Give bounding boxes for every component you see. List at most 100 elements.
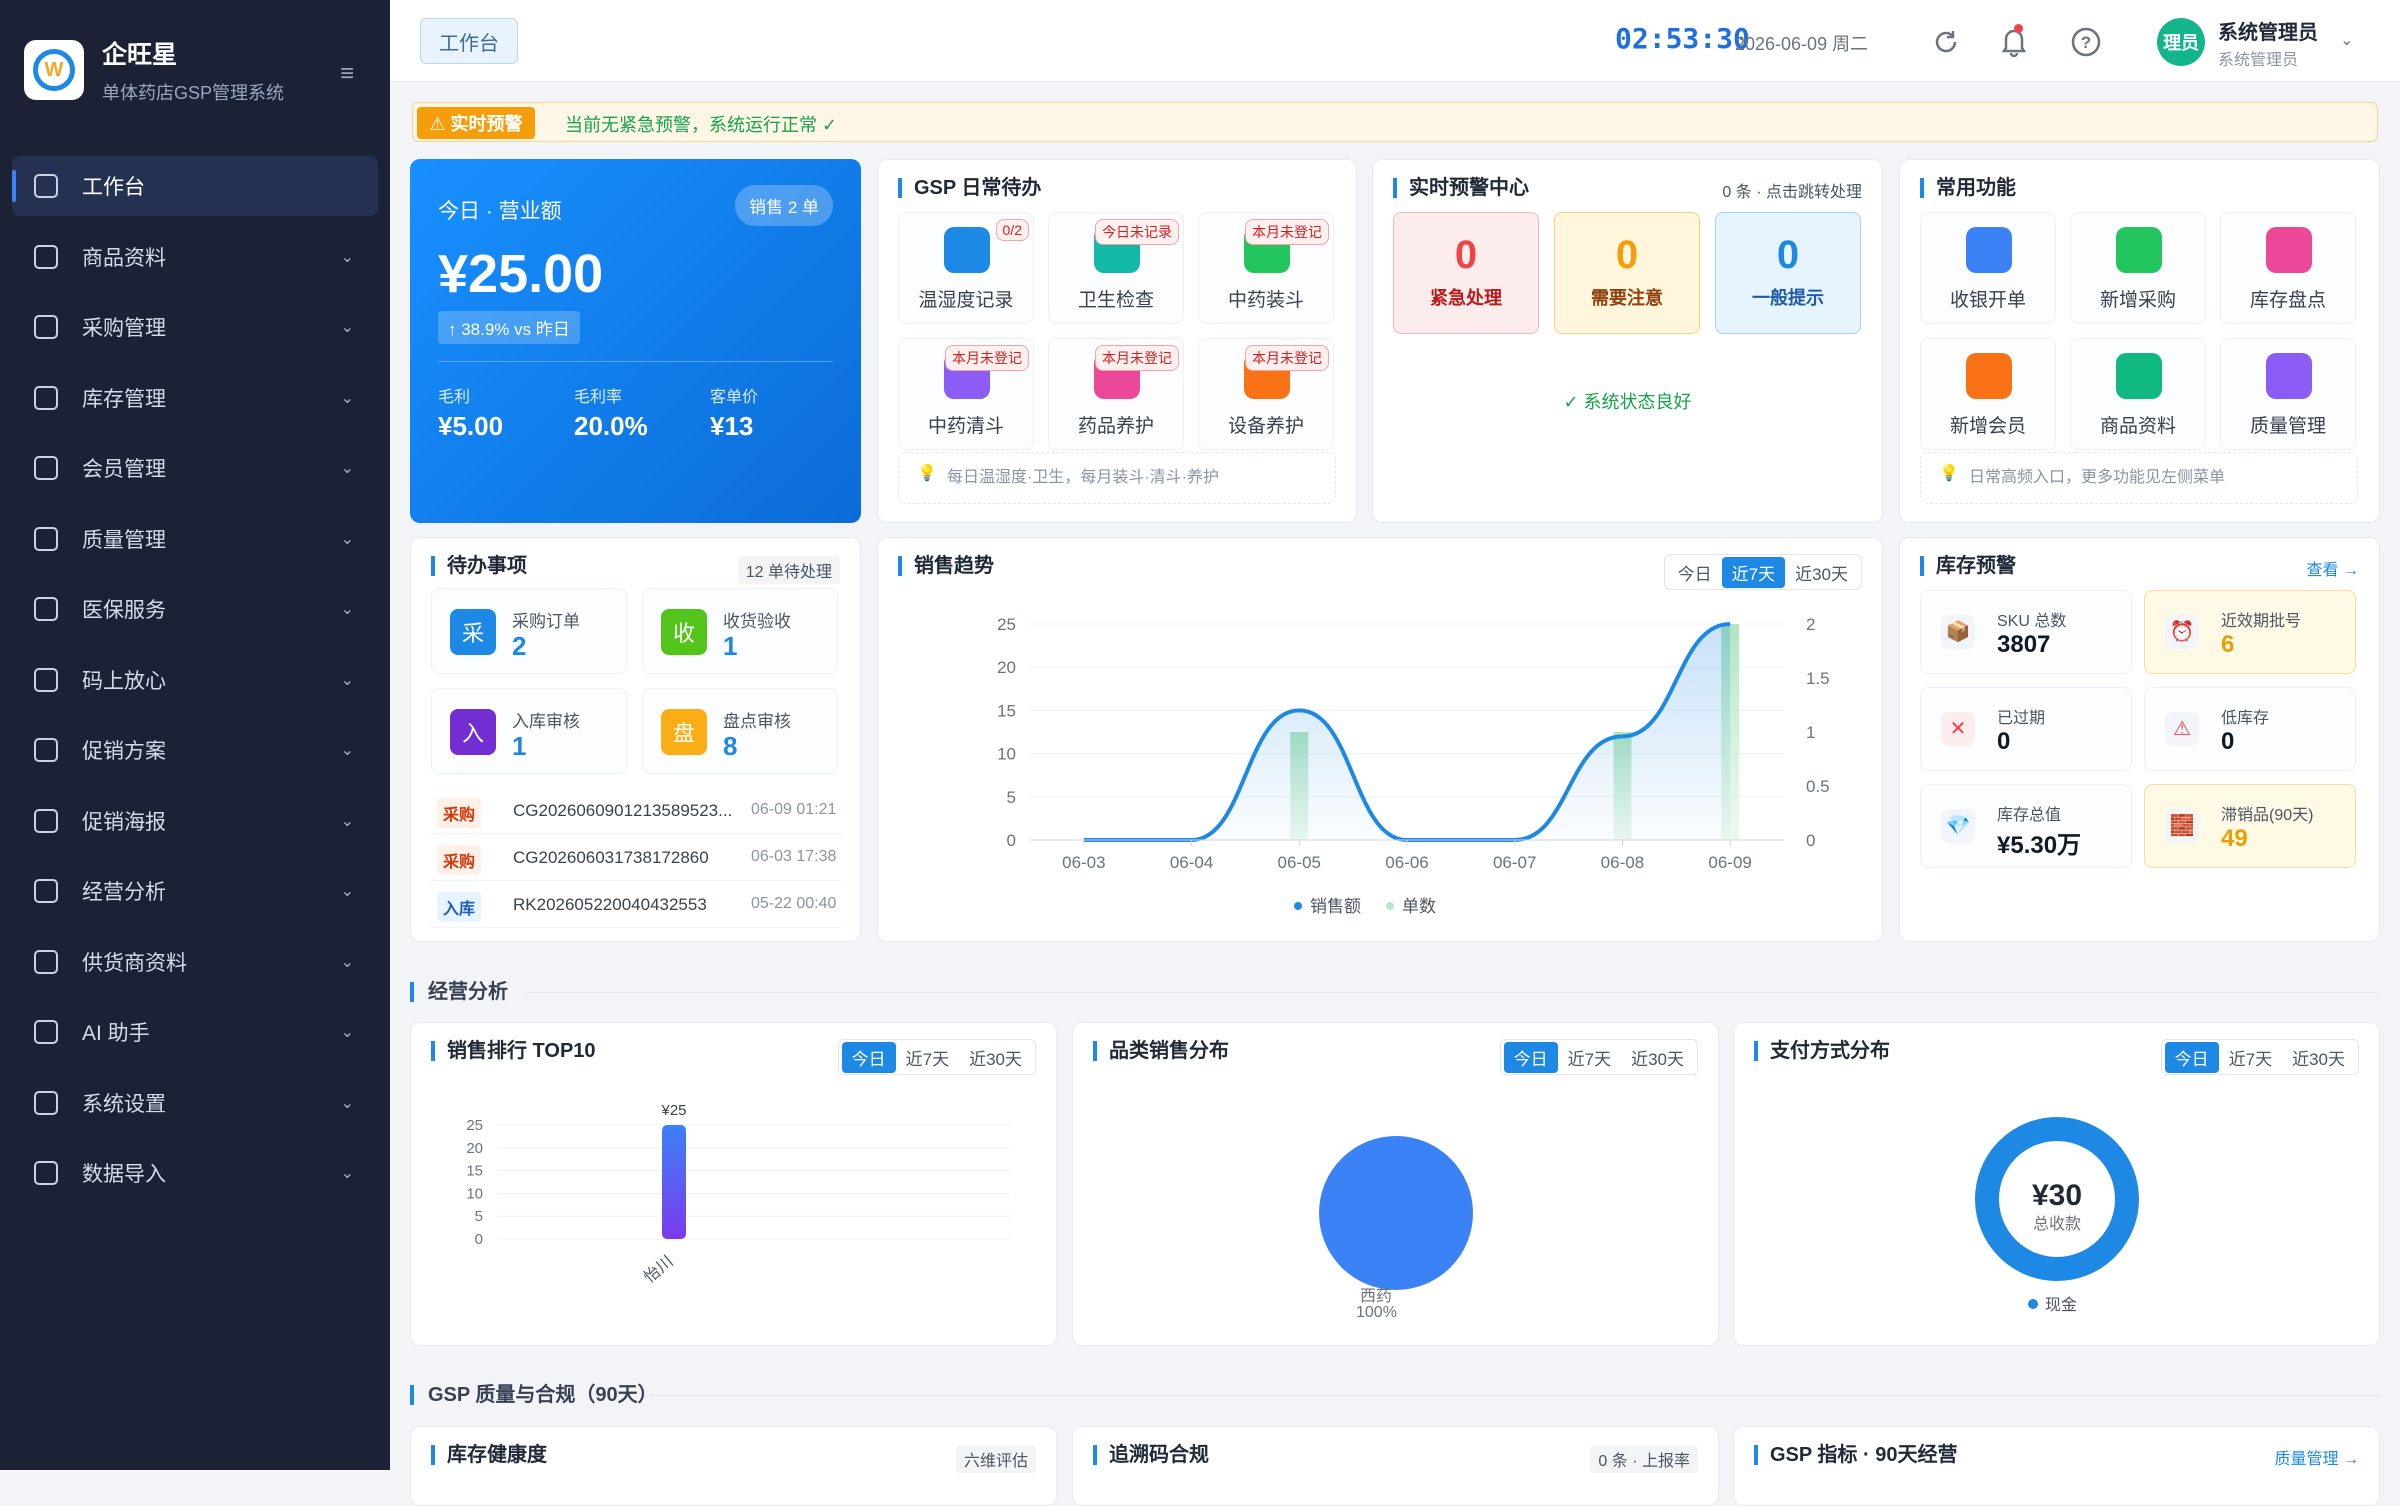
sidebar-item-5[interactable]: 质量管理⌄	[12, 509, 378, 569]
x-tick-label: 06-09	[1708, 853, 1751, 872]
rank-bar[interactable]	[662, 1125, 686, 1239]
stat-label: 毛利率	[574, 383, 622, 407]
inventory-stat-icon: ✕	[1941, 712, 1975, 746]
y2-tick-label: 0	[1806, 831, 1815, 850]
inventory-stat-icon: 📦	[1941, 615, 1975, 649]
sidebar-item-14[interactable]: 数据导入⌄	[12, 1143, 378, 1203]
inventory-stat-tile[interactable]: 🧱滞销品(90天)49	[2144, 784, 2356, 868]
refresh-icon[interactable]	[1930, 26, 1962, 58]
quick-function-tile[interactable]: 新增会员	[1920, 338, 2056, 450]
pie-slice[interactable]	[1319, 1136, 1473, 1290]
sidebar: W 企旺星 单体药店GSP管理系统 ≡ 工作台商品资料⌄采购管理⌄库存管理⌄会员…	[0, 0, 390, 1470]
row-type-tag: 采购	[437, 845, 481, 875]
todo-list-row[interactable]: 采购CG20260603173817286006-03 17:38	[431, 835, 842, 881]
sidebar-item-1[interactable]: 商品资料⌄	[12, 227, 378, 287]
todo-list-row[interactable]: 采购CG2026060901213589523...06-09 01:21	[431, 788, 842, 834]
card-title: GSP 日常待办	[898, 178, 1041, 198]
stat-value: ¥5.00	[438, 411, 503, 442]
inventory-alert-card: 库存预警 查看 → 📦SKU 总数3807⏰近效期批号6✕已过期0⚠低库存0💎库…	[1899, 537, 2380, 942]
alert-center-extra[interactable]: 0 条 · 点击跳转处理	[1722, 178, 1862, 202]
x-tick-label: 06-06	[1385, 853, 1428, 872]
quick-function-tile[interactable]: 新增采购	[2070, 212, 2206, 324]
row-type-tag: 采购	[437, 798, 481, 828]
divider	[524, 992, 2380, 993]
gsp-task-tile[interactable]: 药品养护本月未登记	[1048, 338, 1184, 450]
function-icon	[2266, 353, 2312, 399]
sidebar-item-4[interactable]: 会员管理⌄	[12, 438, 378, 498]
app-logo: W	[24, 40, 84, 100]
alert-level-box[interactable]: 0需要注意	[1554, 212, 1700, 334]
quick-function-tile[interactable]: 库存盘点	[2220, 212, 2356, 324]
sidebar-item-8[interactable]: 促销方案⌄	[12, 720, 378, 780]
chart-icon	[34, 879, 58, 903]
sidebar-item-6[interactable]: 医保服务⌄	[12, 579, 378, 639]
quick-function-tile[interactable]: 商品资料	[2070, 338, 2206, 450]
today-sales-card[interactable]: 今日 · 营业额 销售 2 单 ¥25.00 ↑ 38.9% vs 昨日 毛利¥…	[410, 159, 861, 523]
todo-tile[interactable]: 入入库审核1	[431, 688, 627, 774]
card-title: GSP 指标 · 90天经营	[1754, 1445, 1957, 1465]
inventory-stat-tile[interactable]: 💎库存总值¥5.30万	[1920, 784, 2132, 868]
todo-type-icon: 盘	[661, 709, 707, 755]
todo-label: 入库审核	[512, 707, 580, 732]
cart-icon	[34, 315, 58, 339]
gsp-task-tile[interactable]: 中药清斗本月未登记	[898, 338, 1034, 450]
tab-workbench[interactable]: 工作台	[420, 18, 518, 64]
gsp-section-title: GSP 质量与合规（90天）	[410, 1385, 658, 1405]
inventory-stat-tile[interactable]: 📦SKU 总数3807	[1920, 590, 2132, 674]
avatar[interactable]: 理员	[2157, 18, 2205, 66]
tile-label: 新增采购	[2071, 285, 2205, 312]
todo-list-row[interactable]: 入库RK20260522004043255305-22 00:40	[431, 882, 842, 928]
alert-level-box[interactable]: 0一般提示	[1715, 212, 1861, 334]
gsp-hint-text: 每日温湿度·卫生，每月装斗·清斗·养护	[947, 469, 1219, 486]
inventory-view-link[interactable]: 查看 →	[2307, 556, 2359, 580]
alert-level-box[interactable]: 0紧急处理	[1393, 212, 1539, 334]
legend-label: 单数	[1402, 897, 1436, 916]
card-extra[interactable]: 质量管理 →	[2275, 1445, 2359, 1469]
sidebar-item-3[interactable]: 库存管理⌄	[12, 368, 378, 428]
gsp-task-tile[interactable]: 卫生检查今日未记录	[1048, 212, 1184, 324]
tile-label: 温湿度记录	[899, 285, 1033, 312]
gsp-task-tile[interactable]: 中药装斗本月未登记	[1198, 212, 1334, 324]
todo-tile[interactable]: 收收货验收1	[642, 588, 838, 674]
y-tick-label: 0	[475, 1231, 483, 1248]
chevron-down-icon[interactable]: ⌄	[2340, 30, 2353, 50]
sidebar-item-0[interactable]: 工作台	[12, 156, 378, 216]
stat-value: 20.0%	[574, 411, 648, 442]
help-icon[interactable]: ?	[2070, 26, 2102, 58]
sidebar-item-7[interactable]: 码上放心⌄	[12, 650, 378, 710]
inventory-stat-tile[interactable]: ⏰近效期批号6	[2144, 590, 2356, 674]
inventory-stat-icon: ⚠	[2165, 712, 2199, 746]
function-icon	[2266, 227, 2312, 273]
sidebar-item-label: 会员管理	[82, 453, 166, 483]
sidebar-item-2[interactable]: 采购管理⌄	[12, 297, 378, 357]
sidebar-item-9[interactable]: 促销海报⌄	[12, 791, 378, 851]
inventory-stat-tile[interactable]: ⚠低库存0	[2144, 687, 2356, 771]
sidebar-item-11[interactable]: 供货商资料⌄	[12, 932, 378, 992]
user-name[interactable]: 系统管理员	[2218, 16, 2318, 45]
y-tick-label: 25	[466, 1117, 483, 1134]
chevron-down-icon: ⌄	[341, 670, 354, 690]
todo-tile[interactable]: 盘盘点审核8	[642, 688, 838, 774]
quick-function-tile[interactable]: 质量管理	[2220, 338, 2356, 450]
gsp-task-tile[interactable]: 设备养护本月未登记	[1198, 338, 1334, 450]
alert-tag: ⚠ 实时预警	[417, 107, 535, 139]
chevron-down-icon: ⌄	[341, 317, 354, 337]
todo-type-icon: 收	[661, 609, 707, 655]
sidebar-item-12[interactable]: AI 助手⌄	[12, 1002, 378, 1062]
image-icon	[34, 809, 58, 833]
quick-function-tile[interactable]: 收银开单	[1920, 212, 2056, 324]
y-tick-label: 25	[997, 615, 1016, 634]
collapse-menu-icon[interactable]: ≡	[340, 60, 354, 88]
todo-count: 8	[723, 731, 737, 762]
gsp-task-tile[interactable]: 温湿度记录0/2	[898, 212, 1034, 324]
sidebar-item-label: 质量管理	[82, 524, 166, 554]
robot-icon	[34, 1020, 58, 1044]
sidebar-item-10[interactable]: 经营分析⌄	[12, 861, 378, 921]
function-icon	[2116, 227, 2162, 273]
todo-tile[interactable]: 采采购订单2	[431, 588, 627, 674]
card-title: 追溯码合规	[1093, 1445, 1209, 1465]
inventory-stat-tile[interactable]: ✕已过期0	[1920, 687, 2132, 771]
warehouse-icon	[34, 386, 58, 410]
chevron-down-icon: ⌄	[341, 388, 354, 408]
sidebar-item-13[interactable]: 系统设置⌄	[12, 1073, 378, 1133]
